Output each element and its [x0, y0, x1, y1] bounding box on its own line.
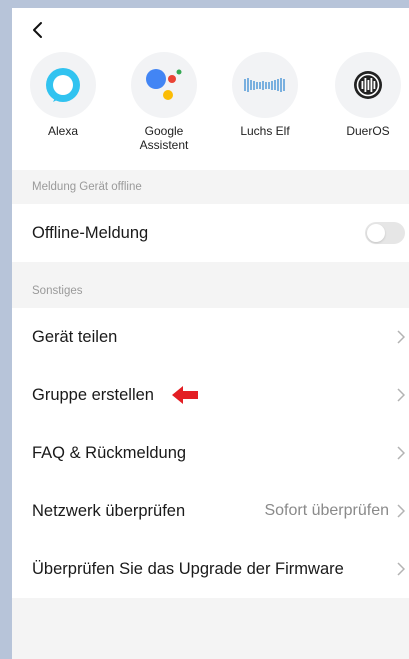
row-label: Gerät teilen [32, 327, 118, 346]
offline-notification-toggle[interactable] [365, 222, 405, 244]
service-dueros[interactable]: DuerOS [320, 52, 409, 138]
service-label: DuerOS [346, 124, 390, 138]
offline-notification-row[interactable]: Offline-Meldung [12, 204, 409, 262]
row-label: Überprüfen Sie das Upgrade der Firmware [32, 559, 344, 578]
service-google-assistant[interactable]: Google Assistent [116, 52, 212, 152]
google-assistant-icon [131, 52, 197, 118]
chevron-right-icon [397, 504, 405, 518]
top-bar [12, 8, 409, 52]
dueros-icon [335, 52, 401, 118]
row-label: Netzwerk überprüfen [32, 501, 186, 520]
service-label: Alexa [47, 124, 79, 138]
check-now-value: Sofort überprüfen [264, 502, 389, 519]
back-arrow-icon[interactable] [28, 20, 48, 40]
firmware-upgrade-row[interactable]: Überprüfen Sie das Upgrade der Firmware [12, 540, 409, 598]
alexa-icon [30, 52, 96, 118]
share-device-row[interactable]: Gerät teilen [12, 308, 409, 366]
chevron-right-icon [397, 562, 405, 576]
chevron-right-icon [397, 446, 405, 460]
chevron-right-icon [397, 388, 405, 402]
check-network-row[interactable]: Netzwerk überprüfen Sofort überprüfen [12, 482, 409, 540]
service-alexa[interactable]: Alexa [15, 52, 111, 138]
row-label: FAQ & Rückmeldung [32, 443, 187, 462]
service-label: Luchs Elf [240, 124, 290, 138]
voice-services-strip: Alexa Google Assistent Luchs Elf DuerOS [12, 52, 409, 170]
section-header-other: Sonstiges [32, 285, 83, 297]
row-label: Gruppe erstellen [32, 385, 154, 404]
red-arrow-annotation-icon [172, 386, 198, 404]
chevron-right-icon [397, 330, 405, 344]
service-label: Google Assistent [139, 124, 189, 152]
service-luchs-elf[interactable]: Luchs Elf [217, 52, 313, 138]
create-group-row[interactable]: Gruppe erstellen [12, 366, 409, 424]
settings-screen: Alexa Google Assistent Luchs Elf DuerOS … [12, 8, 409, 659]
luchs-elf-icon [232, 52, 298, 118]
row-label: Offline-Meldung [32, 223, 149, 242]
faq-feedback-row[interactable]: FAQ & Rückmeldung [12, 424, 409, 482]
section-header-offline: Meldung Gerät offline [32, 181, 142, 193]
